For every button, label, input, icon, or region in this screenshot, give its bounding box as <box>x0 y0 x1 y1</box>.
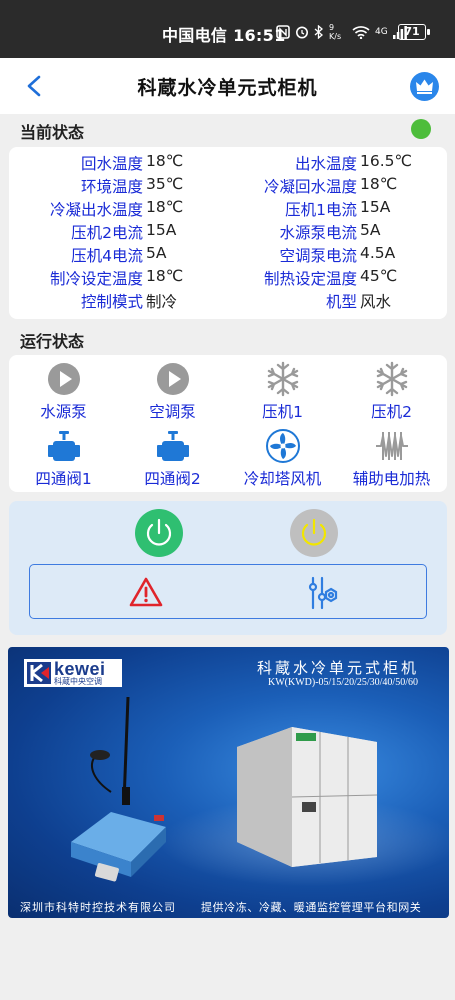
banner-title: 科蔵水冷单元式柜机 <box>256 659 419 677</box>
battery-indicator: 71 <box>398 24 430 40</box>
param-label: 冷凝出水温度 <box>49 201 143 219</box>
network-type: 4G <box>375 26 388 37</box>
cabinet-unit-image <box>237 727 378 867</box>
param-value: 5A <box>146 244 167 262</box>
alarm-clock-icon <box>295 25 309 39</box>
power-icon <box>146 518 172 546</box>
param-value: 16.5℃ <box>360 152 412 170</box>
op-label: 冷却塔风机 <box>243 470 322 488</box>
param-value: 35℃ <box>146 175 184 193</box>
gateway-device-image <box>71 696 166 882</box>
param-label: 压机4电流 <box>71 247 143 265</box>
pump-icon <box>47 363 80 395</box>
snowflake-icon <box>267 361 298 397</box>
param-value: 18℃ <box>146 198 184 216</box>
param-value: 18℃ <box>360 175 398 193</box>
param-label: 空调泵电流 <box>279 247 357 265</box>
bluetooth-icon <box>314 25 324 39</box>
control-panel <box>9 501 447 635</box>
running-status-card: 水源泵 空调泵 压机1 压机2 四通阀1 四通阀2 冷却塔风机 辅助电加热 <box>9 355 447 492</box>
param-value: 4.5A <box>360 244 396 262</box>
op-label: 水源泵 <box>40 403 87 421</box>
op-item-water-pump: 水源泵 <box>9 361 118 422</box>
banner-footer-slogan: 提供冷冻、冷藏、暖通监控管理平台和网关 <box>201 901 422 914</box>
network-speed: 9 K/s <box>329 23 342 41</box>
status-bar: 中国电信 16:51 9 K/s 4G 71 <box>0 0 455 58</box>
param-row: 控制模式 制冷 机型 风水 <box>9 290 447 313</box>
op-item-compressor-2: 压机2 <box>337 361 446 422</box>
pump-icon <box>156 363 189 395</box>
valve-icon <box>47 431 80 461</box>
param-label: 水源泵电流 <box>279 224 357 242</box>
param-label: 机型 <box>325 293 357 311</box>
status-icons: 9 K/s 4G <box>276 22 407 42</box>
param-label: 制冷设定温度 <box>49 270 143 288</box>
param-label: 压机2电流 <box>71 224 143 242</box>
param-row: 压机4电流 5A 空调泵电流 4.5A <box>9 244 447 267</box>
param-label: 环境温度 <box>80 178 143 196</box>
banner-footer-company: 深圳市科特时控技术有限公司 <box>20 901 176 914</box>
running-status-title: 运行状态 <box>20 332 85 351</box>
param-value: 45℃ <box>360 267 398 285</box>
fan-icon <box>265 429 300 463</box>
param-value: 15A <box>146 221 177 239</box>
logo-subtext: 科蔵中央空调 <box>54 677 102 686</box>
alarm-icon[interactable] <box>129 576 163 608</box>
settings-icon[interactable] <box>307 575 341 611</box>
title-bar: 科蔵水冷单元式柜机 <box>0 58 455 114</box>
param-label: 压机1电流 <box>285 201 357 219</box>
status-carrier-time: 中国电信 16:51 <box>162 26 286 45</box>
param-row: 回水温度 18℃ 出水温度 16.5℃ <box>9 152 447 175</box>
op-label: 四通阀1 <box>35 470 92 488</box>
param-value: 制冷 <box>146 293 178 311</box>
current-status-title: 当前状态 <box>20 123 85 142</box>
param-value: 18℃ <box>146 267 184 285</box>
param-label: 冷凝回水温度 <box>263 178 357 196</box>
op-item-valve-1: 四通阀1 <box>9 428 118 489</box>
online-status-indicator <box>411 119 431 139</box>
power-on-button[interactable] <box>135 509 183 557</box>
op-item-compressor-1: 压机1 <box>228 361 337 422</box>
banner-model: KW(KWD)-05/15/20/25/30/40/50/60 <box>268 677 418 688</box>
param-value: 5A <box>360 221 381 239</box>
op-label: 四通阀2 <box>144 470 201 488</box>
snowflake-icon <box>376 361 407 397</box>
op-label: 压机2 <box>371 403 412 421</box>
heater-icon <box>375 432 408 460</box>
current-status-card: 回水温度 18℃ 出水温度 16.5℃ 环境温度 35℃ 冷凝回水温度 18℃ … <box>9 147 447 319</box>
op-item-valve-2: 四通阀2 <box>118 428 227 489</box>
crown-icon[interactable] <box>410 72 439 101</box>
param-label: 控制模式 <box>80 293 143 311</box>
op-item-tower-fan: 冷却塔风机 <box>228 428 337 489</box>
param-row: 环境温度 35℃ 冷凝回水温度 18℃ <box>9 175 447 198</box>
page-title: 科蔵水冷单元式柜机 <box>137 77 318 99</box>
param-value: 15A <box>360 198 391 216</box>
product-banner: kewei 科蔵中央空调 科蔵水冷单元式柜机 KW(KWD)-05/15/20/… <box>8 647 449 918</box>
param-value: 18℃ <box>146 152 184 170</box>
param-label: 制热设定温度 <box>263 270 357 288</box>
function-panel <box>29 564 427 619</box>
param-value: 风水 <box>360 293 392 311</box>
op-label: 空调泵 <box>149 403 196 421</box>
op-item-ac-pump: 空调泵 <box>118 361 227 422</box>
power-off-button[interactable] <box>290 509 338 557</box>
op-label: 辅助电加热 <box>352 470 431 488</box>
power-icon <box>301 518 327 546</box>
param-label: 出水温度 <box>294 155 357 173</box>
param-row: 冷凝出水温度 18℃ 压机1电流 15A <box>9 198 447 221</box>
nfc-icon <box>276 25 290 39</box>
param-label: 回水温度 <box>80 155 143 173</box>
op-label: 压机1 <box>262 403 303 421</box>
wifi-icon <box>352 25 370 39</box>
param-row: 制冷设定温度 18℃ 制热设定温度 45℃ <box>9 267 447 290</box>
kewei-logo-mark-icon <box>27 662 51 684</box>
op-item-aux-heater: 辅助电加热 <box>337 428 446 489</box>
kewei-logo: kewei 科蔵中央空调 <box>24 659 122 687</box>
valve-icon <box>156 431 189 461</box>
param-row: 压机2电流 15A 水源泵电流 5A <box>9 221 447 244</box>
